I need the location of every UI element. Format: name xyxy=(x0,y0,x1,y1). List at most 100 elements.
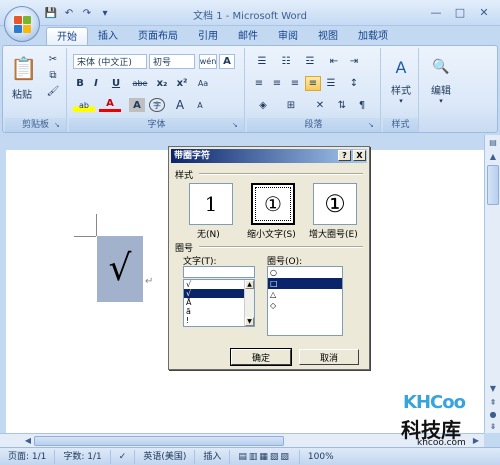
scroll-up-icon[interactable]: ▲ xyxy=(487,151,499,162)
status-page[interactable]: 页面: 1/1 xyxy=(0,449,56,464)
bold-button[interactable]: B xyxy=(73,76,87,90)
enclosure-listbox[interactable]: ○ □ △ ◇ xyxy=(267,266,343,336)
tab-review[interactable]: 审阅 xyxy=(268,27,308,46)
clipboard-launcher-icon[interactable]: ↘ xyxy=(54,121,63,130)
horizontal-scroll-thumb[interactable] xyxy=(34,436,284,446)
font-name-select[interactable]: 宋体 (中文正) xyxy=(73,54,147,69)
paragraph-launcher-icon[interactable]: ↘ xyxy=(368,121,377,130)
shrink-font-button[interactable]: A xyxy=(191,98,209,112)
list-scroll-down-icon[interactable]: ▼ xyxy=(245,317,254,326)
status-language[interactable]: 英语(美国) xyxy=(135,449,196,464)
paste-icon[interactable]: 📋 xyxy=(10,52,37,86)
align-left-icon[interactable]: ≡ xyxy=(251,76,267,91)
bullets-icon[interactable]: ☰ xyxy=(251,54,273,69)
tab-references[interactable]: 引用 xyxy=(188,27,228,46)
editing-dropdown-icon[interactable]: ▾ xyxy=(421,96,461,106)
cancel-button[interactable]: 取消 xyxy=(299,349,359,365)
clipboard-group: 📋 粘贴 ✂ ⧉ 🖌 剪贴板 ↘ xyxy=(5,48,67,132)
highlight-button[interactable]: ab xyxy=(73,98,95,112)
circle-section-divider xyxy=(199,246,363,248)
styles-dropdown-icon[interactable]: ▾ xyxy=(383,96,419,106)
tab-mailings[interactable]: 邮件 xyxy=(228,27,268,46)
status-mode[interactable]: 插入 xyxy=(195,449,231,464)
cut-icon[interactable]: ✂ xyxy=(45,52,61,66)
chinese-layout-icon[interactable]: ✕ xyxy=(309,98,331,113)
line-spacing-icon[interactable]: ↕ xyxy=(343,76,365,91)
text-input[interactable] xyxy=(183,266,255,278)
list-item[interactable]: ○ xyxy=(268,267,342,278)
proofing-icon[interactable]: ✓ xyxy=(111,449,136,464)
multilevel-list-icon[interactable]: ☲ xyxy=(299,54,321,69)
justify-icon[interactable]: ≡ xyxy=(305,76,321,91)
minimize-icon[interactable]: — xyxy=(426,4,446,20)
increase-indent-icon[interactable]: ⇥ xyxy=(345,54,363,69)
font-size-select[interactable]: 初号 xyxy=(149,54,195,69)
grow-font-button[interactable]: A xyxy=(171,98,189,112)
list-item[interactable]: ◇ xyxy=(268,300,342,311)
borders-icon[interactable]: ⊞ xyxy=(279,98,303,113)
view-buttons-icon[interactable]: ▤▥▦▧▨ xyxy=(230,449,300,464)
window-title: 文档 1 - Microsoft Word xyxy=(193,11,307,22)
phonetic-guide-button[interactable]: wén xyxy=(199,54,217,69)
font-color-button[interactable]: A xyxy=(99,98,121,112)
paste-button[interactable]: 粘贴 xyxy=(7,86,37,101)
character-shading-button[interactable]: A xyxy=(129,98,145,112)
selected-character[interactable]: √ xyxy=(97,236,143,302)
ok-button[interactable]: 确定 xyxy=(230,348,292,366)
font-launcher-icon[interactable]: ↘ xyxy=(232,121,241,130)
tab-view[interactable]: 视图 xyxy=(308,27,348,46)
ruler-toggle-icon[interactable]: ▤ xyxy=(487,137,499,148)
style-none-option[interactable]: 1 xyxy=(189,183,233,225)
text-list-scrollbar[interactable]: ▲ ▼ xyxy=(244,280,254,326)
style-enlarge-symbol-option[interactable]: ① xyxy=(313,183,357,225)
status-zoom[interactable]: 100% xyxy=(300,450,342,464)
editing-button[interactable]: 编辑 xyxy=(421,82,461,97)
superscript-button[interactable]: x² xyxy=(173,76,191,90)
office-logo-icon xyxy=(14,16,32,34)
enclose-characters-button[interactable]: 字 xyxy=(149,98,165,112)
enclose-characters-dialog: 带圈字符 ? X 样式 1 ① ① 无(N) 缩小文字(S) 增大圈号(E) 圈… xyxy=(168,146,370,370)
italic-button[interactable]: I xyxy=(89,76,103,90)
text-listbox[interactable]: √ √ Ā ā ! ▲ ▼ xyxy=(183,279,255,327)
dialog-close-button[interactable]: X xyxy=(353,150,366,161)
scroll-left-icon[interactable]: ◀ xyxy=(22,435,34,446)
show-marks-icon[interactable]: ¶ xyxy=(353,98,371,113)
character-border-button[interactable]: A xyxy=(219,54,235,69)
office-button[interactable] xyxy=(4,6,40,42)
status-words[interactable]: 字数: 1/1 xyxy=(55,449,111,464)
strikethrough-button[interactable]: abe xyxy=(129,76,151,90)
sort-icon[interactable]: ⇅ xyxy=(333,98,351,113)
styles-group: A 样式 ▾ 样式 xyxy=(383,48,419,132)
format-painter-icon[interactable]: 🖌 xyxy=(45,84,61,98)
paragraph-mark: ↵ xyxy=(145,276,154,287)
ribbon-tabs: 开始 插入 页面布局 引用 邮件 审阅 视图 加载项 xyxy=(46,27,398,46)
tab-home[interactable]: 开始 xyxy=(46,27,88,46)
decrease-indent-icon[interactable]: ⇤ xyxy=(325,54,343,69)
font-group-label: 字体 xyxy=(69,118,244,132)
numbering-icon[interactable]: ☷ xyxy=(275,54,297,69)
subscript-button[interactable]: x₂ xyxy=(153,76,171,90)
shading-icon[interactable]: ◈ xyxy=(251,98,275,113)
list-scroll-up-icon[interactable]: ▲ xyxy=(245,280,254,289)
underline-button[interactable]: U xyxy=(105,76,127,90)
dialog-help-button[interactable]: ? xyxy=(338,150,351,161)
list-item[interactable]: △ xyxy=(268,289,342,300)
align-right-icon[interactable]: ≡ xyxy=(287,76,303,91)
margin-marker xyxy=(96,214,97,236)
title-bar: 💾 ↶ ↷ ▾ 文档 1 - Microsoft Word — □ ✕ xyxy=(0,0,500,26)
quick-styles-icon[interactable]: A xyxy=(389,56,413,78)
tab-insert[interactable]: 插入 xyxy=(88,27,128,46)
binoculars-icon[interactable]: 🔍 xyxy=(429,56,453,78)
tab-page-layout[interactable]: 页面布局 xyxy=(128,27,188,46)
align-center-icon[interactable]: ≡ xyxy=(269,76,285,91)
distributed-icon[interactable]: ☰ xyxy=(323,76,339,91)
quick-styles-button[interactable]: 样式 xyxy=(383,82,419,97)
copy-icon[interactable]: ⧉ xyxy=(45,68,61,82)
vertical-scroll-thumb[interactable] xyxy=(487,165,499,205)
maximize-icon[interactable]: □ xyxy=(450,4,470,20)
list-item[interactable]: □ xyxy=(268,278,342,289)
close-icon[interactable]: ✕ xyxy=(474,4,494,20)
tab-addins[interactable]: 加载项 xyxy=(348,27,398,46)
style-shrink-text-option[interactable]: ① xyxy=(251,183,295,225)
change-case-button[interactable]: Aa xyxy=(193,76,213,90)
